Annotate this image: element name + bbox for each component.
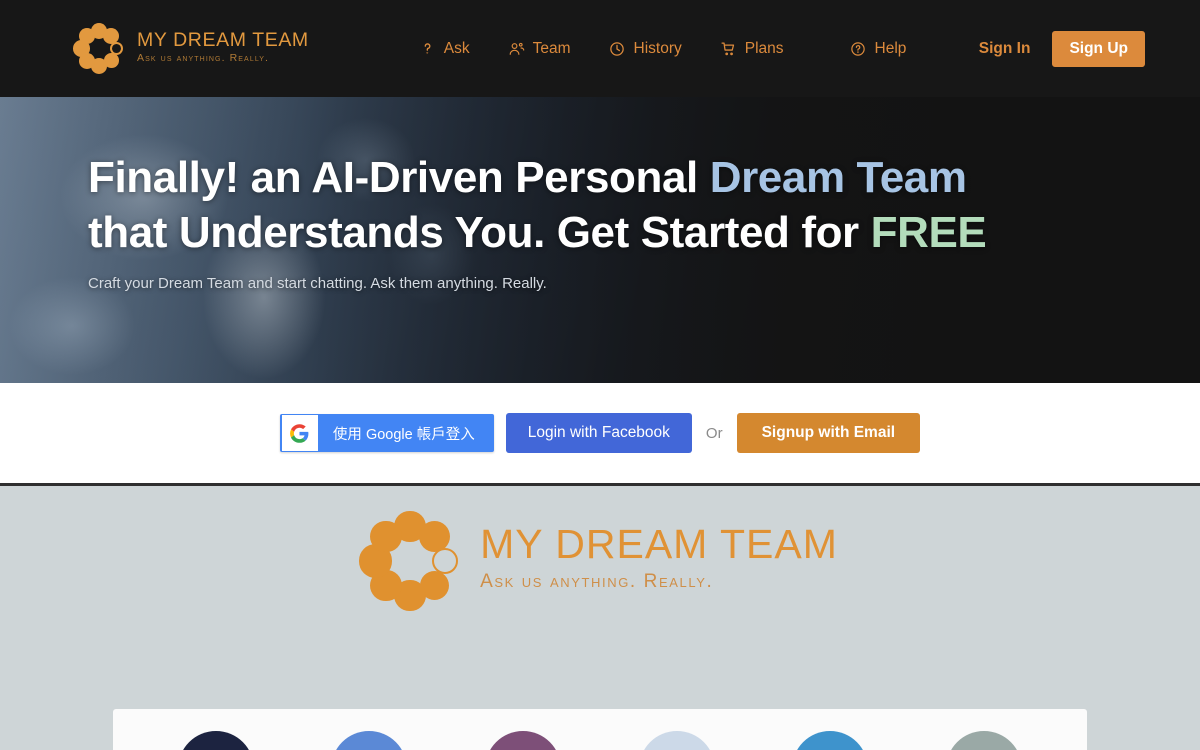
or-separator-label: Or bbox=[705, 424, 723, 442]
hero-subtitle: Craft your Dream Team and start chatting… bbox=[88, 274, 547, 292]
nav-item-ask[interactable]: Ask bbox=[419, 40, 470, 58]
team-member-avatar-2[interactable] bbox=[324, 731, 414, 750]
team-member-avatar-1[interactable] bbox=[171, 731, 261, 750]
nav-label-ask: Ask bbox=[443, 39, 470, 57]
brand-logo[interactable]: MY DREAM TEAM Ask us anything. Really. bbox=[73, 23, 309, 74]
team-member-avatar-3[interactable] bbox=[478, 731, 568, 750]
brand-text: MY DREAM TEAM Ask us anything. Really. bbox=[137, 28, 309, 67]
page-title: Finally! an AI-Driven Personal Dream Tea… bbox=[88, 150, 1200, 261]
facebook-login-button[interactable]: Login with Facebook bbox=[505, 413, 692, 453]
login-options-bar: 使用 Google 帳戶登入 Login with Facebook Or Si… bbox=[0, 383, 1200, 483]
avatar bbox=[638, 731, 715, 750]
shopping-cart-icon bbox=[720, 40, 737, 57]
team-member-avatar-4[interactable] bbox=[632, 731, 722, 750]
showcase-logo-tagline: Ask us anything. Really. bbox=[480, 571, 714, 593]
main-navigation: Ask Team History Plans Help bbox=[419, 39, 907, 58]
dream-team-logo-large-icon bbox=[358, 510, 458, 612]
headline-line1-text: Finally! an AI-Driven Personal bbox=[88, 153, 710, 202]
google-logo-icon bbox=[281, 415, 318, 451]
nav-item-history[interactable]: History bbox=[609, 40, 682, 58]
headline-accent-dream-team: Dream Team bbox=[709, 153, 967, 202]
team-member-avatar-6[interactable] bbox=[939, 731, 1029, 750]
showcase-section: MY DREAM TEAM Ask us anything. Really. bbox=[0, 483, 1200, 750]
avatar bbox=[946, 731, 1023, 750]
site-header: MY DREAM TEAM Ask us anything. Really. A… bbox=[0, 0, 1200, 97]
nav-label-help: Help bbox=[874, 39, 907, 57]
clock-icon bbox=[609, 40, 626, 57]
hero-section: Finally! an AI-Driven Personal Dream Tea… bbox=[0, 97, 1200, 383]
sign-up-button[interactable]: Sign Up bbox=[1052, 30, 1145, 67]
avatar bbox=[485, 731, 562, 750]
avatar bbox=[177, 731, 254, 750]
team-member-avatar-5[interactable] bbox=[785, 731, 875, 750]
avatar bbox=[331, 731, 408, 750]
headline-line2-text: that Understands You. Get Started for bbox=[88, 208, 871, 258]
showcase-logo-title: MY DREAM TEAM bbox=[480, 521, 838, 568]
headline-accent-free: FREE bbox=[870, 208, 987, 258]
google-login-label: 使用 Google 帳戶登入 bbox=[332, 426, 475, 443]
people-icon bbox=[508, 40, 525, 57]
nav-item-team[interactable]: Team bbox=[508, 40, 571, 58]
sign-in-link[interactable]: Sign In bbox=[979, 40, 1031, 58]
hero-content: Finally! an AI-Driven Personal Dream Tea… bbox=[0, 97, 1200, 292]
nav-label-plans: Plans bbox=[744, 39, 784, 57]
showcase-logo: MY DREAM TEAM Ask us anything. Really. bbox=[0, 486, 1200, 612]
google-login-button[interactable]: 使用 Google 帳戶登入 bbox=[279, 414, 494, 452]
signup-with-email-button[interactable]: Signup with Email bbox=[736, 413, 921, 453]
dream-team-logo-icon bbox=[73, 23, 123, 74]
nav-item-plans[interactable]: Plans bbox=[720, 40, 784, 58]
brand-title: MY DREAM TEAM bbox=[137, 28, 309, 51]
question-circle-icon bbox=[850, 40, 867, 57]
brand-tagline: Ask us anything. Really. bbox=[137, 52, 270, 65]
showcase-logo-text: MY DREAM TEAM Ask us anything. Really. bbox=[480, 523, 838, 598]
auth-actions: Sign In Sign Up bbox=[979, 30, 1145, 67]
nav-item-help[interactable]: Help bbox=[850, 39, 907, 58]
nav-label-history: History bbox=[633, 39, 682, 57]
nav-label-team: Team bbox=[532, 39, 571, 57]
question-mark-icon bbox=[419, 40, 436, 57]
avatar bbox=[792, 731, 869, 750]
team-members-card bbox=[113, 709, 1087, 750]
